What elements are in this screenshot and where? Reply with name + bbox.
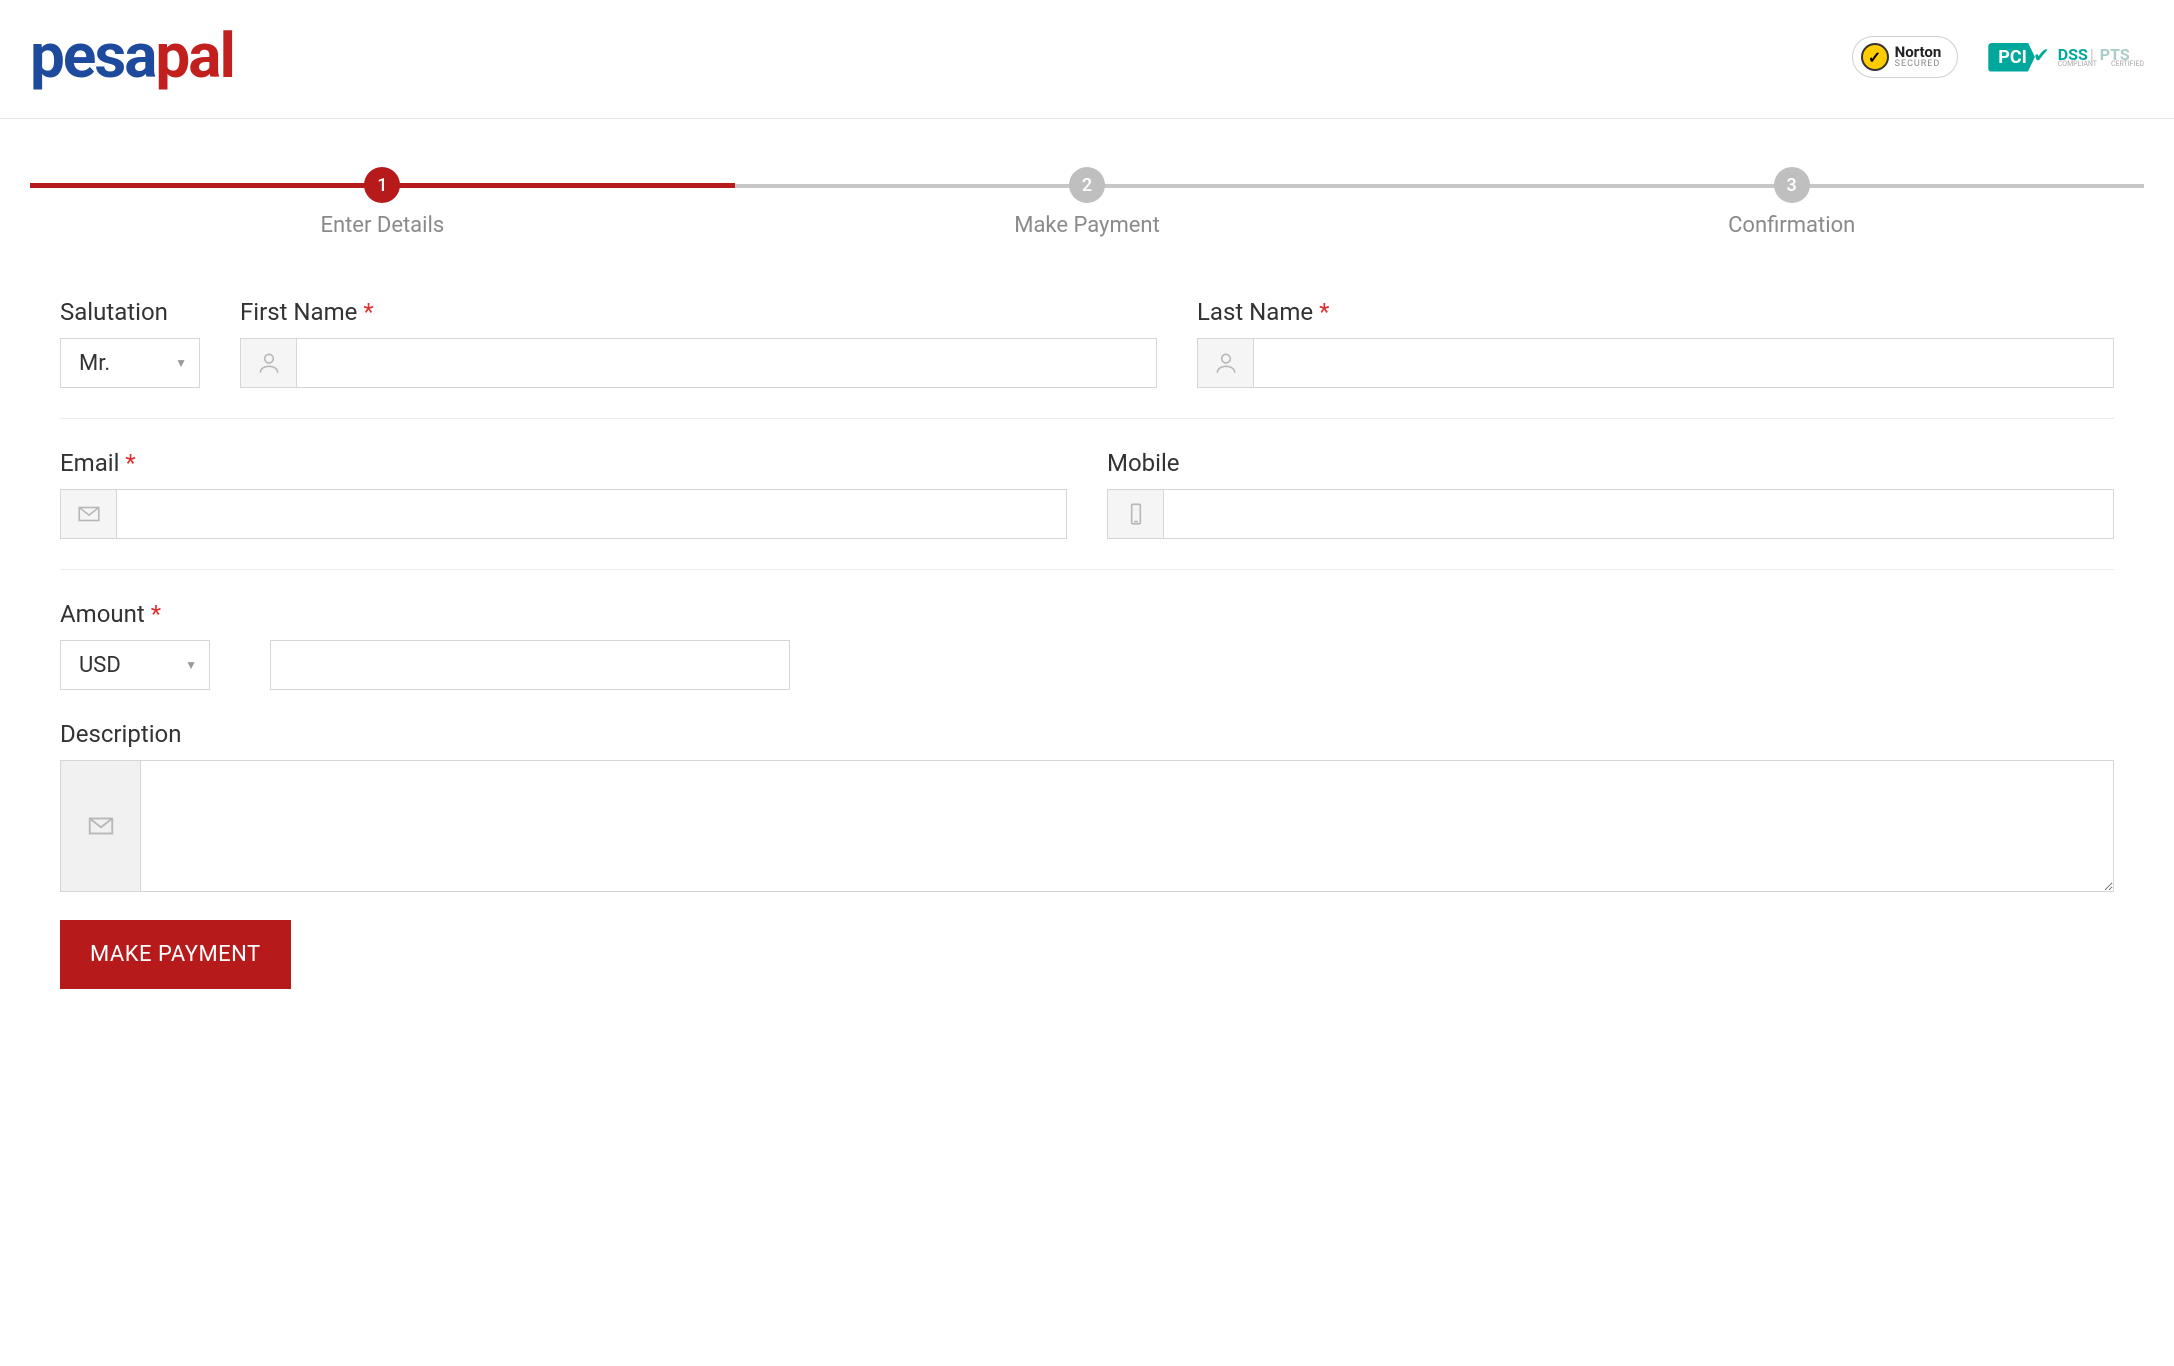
description-field: Description <box>60 720 2114 892</box>
required-marker: * <box>151 600 161 628</box>
last-name-field: Last Name * <box>1197 298 2114 388</box>
details-form: Salutation Mr. ▼ First Name * Last Name … <box>0 238 2174 1019</box>
norton-subtitle: SECURED <box>1895 60 1942 69</box>
email-field: Email * <box>60 449 1067 539</box>
user-icon <box>241 339 297 387</box>
amount-field: Amount * USD ▼ <box>60 600 790 690</box>
required-marker: * <box>125 449 135 477</box>
salutation-label: Salutation <box>60 298 200 326</box>
step-label: Make Payment <box>1014 213 1160 238</box>
pci-sub1: COMPLIANT <box>2058 61 2097 68</box>
mobile-input[interactable] <box>1164 490 2113 538</box>
norton-badge: ✓ Norton SECURED <box>1852 36 1959 78</box>
mobile-label: Mobile <box>1107 449 2114 477</box>
step-confirmation: 3 Confirmation <box>1439 167 2144 238</box>
pci-main: PCI <box>1988 43 2035 72</box>
step-make-payment: 2 Make Payment <box>735 167 1440 238</box>
user-icon <box>1198 339 1254 387</box>
chevron-down-icon: ▼ <box>185 658 197 672</box>
page-header: pesapal ✓ Norton SECURED PCI ✔ DSS|PTS C… <box>0 0 2174 119</box>
first-name-label: First Name <box>240 298 357 326</box>
step-number: 2 <box>1069 167 1105 203</box>
security-badges: ✓ Norton SECURED PCI ✔ DSS|PTS COMPLIANT… <box>1852 36 2144 78</box>
step-number: 3 <box>1774 167 1810 203</box>
chevron-down-icon: ▼ <box>175 356 187 370</box>
mobile-icon <box>1108 490 1164 538</box>
brand-logo: pesapal <box>30 26 234 88</box>
last-name-label: Last Name <box>1197 298 1313 326</box>
step-number: 1 <box>364 167 400 203</box>
checkmark-icon: ✓ <box>1861 43 1889 71</box>
pci-badge: PCI ✔ DSS|PTS COMPLIANT CERTIFIED <box>1988 43 2144 72</box>
mail-icon <box>61 490 117 538</box>
required-marker: * <box>363 298 373 326</box>
salutation-field: Salutation Mr. ▼ <box>60 298 200 388</box>
step-enter-details: 1 Enter Details <box>30 167 735 238</box>
pci-sub2: CERTIFIED <box>2111 61 2144 68</box>
last-name-input[interactable] <box>1254 339 2113 387</box>
make-payment-button[interactable]: MAKE PAYMENT <box>60 920 291 989</box>
amount-label: Amount <box>60 600 145 628</box>
currency-select[interactable]: USD ▼ <box>60 640 210 690</box>
salutation-value: Mr. <box>79 351 110 376</box>
progress-stepper: 1 Enter Details 2 Make Payment 3 Confirm… <box>0 119 2174 238</box>
check-icon: ✔ <box>2033 43 2050 67</box>
description-label: Description <box>60 720 2114 748</box>
description-input[interactable] <box>141 761 2113 891</box>
brand-part2: pal <box>155 20 233 93</box>
step-label: Enter Details <box>320 213 444 238</box>
step-label: Confirmation <box>1728 213 1855 238</box>
mobile-field: Mobile <box>1107 449 2114 539</box>
first-name-field: First Name * <box>240 298 1157 388</box>
required-marker: * <box>1319 298 1329 326</box>
email-input[interactable] <box>117 490 1066 538</box>
salutation-select[interactable]: Mr. ▼ <box>60 338 200 388</box>
mail-icon <box>61 761 141 891</box>
currency-value: USD <box>79 653 121 678</box>
amount-input[interactable] <box>271 641 789 689</box>
norton-title: Norton <box>1895 45 1942 60</box>
email-label: Email <box>60 449 119 477</box>
brand-part1: pesa <box>30 20 155 93</box>
first-name-input[interactable] <box>297 339 1156 387</box>
